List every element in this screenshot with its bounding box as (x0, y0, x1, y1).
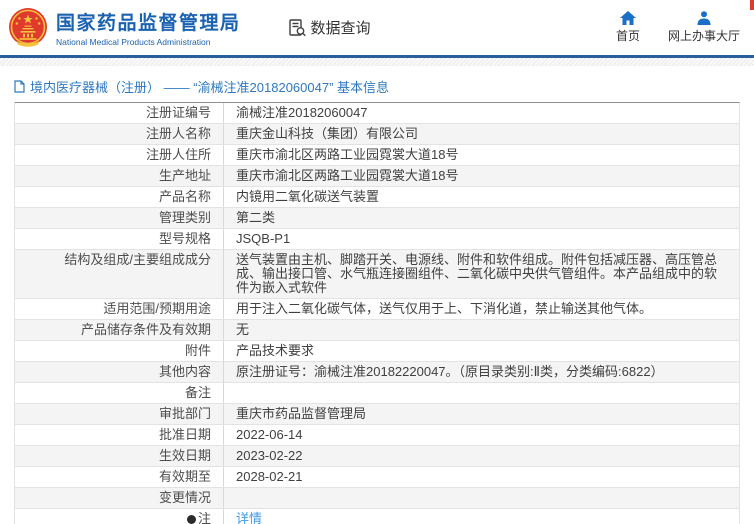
nav-item-label: 首页 (615, 29, 640, 43)
row-value: 重庆市渝北区两路工业园霓裳大道18号 (236, 168, 459, 183)
table-row: 附件 产品技术要求 (15, 341, 739, 362)
table-row: 产品名称 内镜用二氧化碳送气装置 (15, 187, 739, 208)
table-row: 注册人住所 重庆市渝北区两路工业园霓裳大道18号 (15, 145, 739, 166)
row-value: 重庆市药品监督管理局 (236, 406, 367, 421)
row-label: 生产地址 (15, 166, 224, 186)
site-header: 国家药品监督管理局 National Medical Products Admi… (0, 0, 754, 55)
agency-name: 国家药品监督管理局 National Medical Products Admi… (56, 8, 241, 47)
table-row: 注详情 (15, 509, 739, 524)
top-right-red-sliver (750, 0, 754, 10)
row-label: 注册证编号 (15, 103, 224, 123)
table-row: 变更情况 (15, 488, 739, 509)
row-value: 内镜用二氧化碳送气装置 (236, 189, 380, 204)
table-row: 产品储存条件及有效期无 (15, 320, 739, 341)
document-search-icon (288, 18, 306, 36)
nav-item-home[interactable]: 首页 (616, 11, 640, 44)
row-label: 变更情况 (15, 488, 224, 508)
row-label: 生效日期 (15, 446, 224, 466)
row-value: 渝械注准20182060047 (236, 105, 368, 120)
row-label: 附件 (15, 341, 224, 361)
person-icon (697, 11, 711, 25)
table-row: 注册人名称 重庆金山科技（集团）有限公司 (15, 124, 739, 145)
row-value: JSQB-P1 (236, 231, 291, 246)
table-row: 有效期至 2028-02-21 (15, 467, 739, 488)
row-value: 无 (236, 322, 250, 337)
page: 国家药品监督管理局 National Medical Products Admi… (0, 0, 754, 524)
row-value (224, 488, 739, 508)
table-row: 其他内容 原注册证号：渝械注准20182220047。（原目录类别:Ⅱ类，分类编码… (15, 362, 739, 383)
table-row: 适用范围/预期用途 用于注入二氧化碳气体，送气仅用于上、下消化道，禁止输送其他气体… (15, 299, 739, 320)
row-label: 结构及组成/主要组成成分 (15, 250, 224, 298)
national-emblem-icon (9, 7, 47, 47)
data-query-label: 数据查询 (310, 20, 371, 37)
agency-name-cn: 国家药品监督管理局 (56, 13, 241, 34)
row-label: 型号规格 (15, 229, 224, 249)
page-title-text: 境内医疗器械（注册） —— “渝械注准20182060047” 基本信息 (30, 79, 390, 95)
row-value: 详情 (224, 509, 739, 524)
row-label: 其他内容 (15, 362, 224, 382)
row-label: 批准日期 (15, 425, 224, 445)
note-balloon-icon (186, 515, 196, 524)
table-row: 生产地址 重庆市渝北区两路工业园霓裳大道18号 (15, 166, 739, 187)
row-value: 原注册证号：渝械注准20182220047。（原目录类别:Ⅱ类，分类编码:682… (236, 364, 664, 379)
document-icon (14, 79, 25, 93)
row-label: 有效期至 (15, 467, 224, 487)
row-label: 注册人名称 (15, 124, 224, 144)
row-label: 注册人住所 (15, 145, 224, 165)
row-value: 重庆市渝北区两路工业园霓裳大道18号 (236, 147, 459, 162)
table-row: 批准日期 2022-06-14 (15, 425, 739, 446)
row-value: 重庆金山科技（集团）有限公司 (236, 126, 419, 141)
hatch-band (0, 58, 754, 66)
row-label: 注 (15, 509, 224, 524)
data-query-nav[interactable]: 数据查询 (287, 17, 371, 38)
info-table: 注册证编号 渝械注准20182060047 注册人名称 重庆金山科技（集团）有限公司注… (14, 102, 740, 524)
agency-logo[interactable]: 国家药品监督管理局 National Medical Products Admi… (8, 7, 241, 49)
table-row: 结构及组成/主要组成成分 送气装置由主机、脚踏开关、电源线、附件和软件组成。附件包… (15, 250, 739, 299)
table-row: 型号规格 JSQB-P1 (15, 229, 739, 250)
row-label: 适用范围/预期用途 (15, 299, 224, 319)
row-label: 备注 (15, 383, 224, 403)
table-row: 注册证编号 渝械注准20182060047 (15, 103, 739, 124)
row-value (224, 383, 739, 403)
row-label: 管理类别 (15, 208, 224, 228)
table-row: 备注 (15, 383, 739, 404)
table-row: 生效日期 2023-02-22 (15, 446, 739, 467)
row-label: 审批部门 (15, 404, 224, 424)
row-value: 产品技术要求 (236, 343, 315, 358)
header-nav: 首页 网上办事大厅 (616, 11, 740, 44)
row-value: 第二类 (236, 210, 276, 225)
row-label: 产品名称 (15, 187, 224, 207)
row-value: 送气装置由主机、脚踏开关、电源线、附件和软件组成。附件包括减压器、高压管总成、输… (236, 252, 718, 295)
nav-item-service-hall[interactable]: 网上办事大厅 (668, 11, 740, 44)
agency-name-en: National Medical Products Administration (56, 37, 211, 47)
row-value: 2028-02-21 (236, 469, 303, 484)
row-label: 产品储存条件及有效期 (15, 320, 224, 340)
page-title: 境内医疗器械（注册） —— “渝械注准20182060047” 基本信息 (14, 78, 740, 95)
row-value: 用于注入二氧化碳气体，送气仅用于上、下消化道，禁止输送其他气体。 (236, 301, 653, 316)
nav-item-label: 网上办事大厅 (667, 29, 740, 43)
table-row: 管理类别 第二类 (15, 208, 739, 229)
detail-link[interactable]: 详情 (236, 511, 262, 524)
row-value: 2023-02-22 (236, 448, 303, 463)
row-value: 2022-06-14 (236, 427, 303, 442)
home-icon (619, 11, 636, 25)
table-row: 审批部门 重庆市药品监督管理局 (15, 404, 739, 425)
